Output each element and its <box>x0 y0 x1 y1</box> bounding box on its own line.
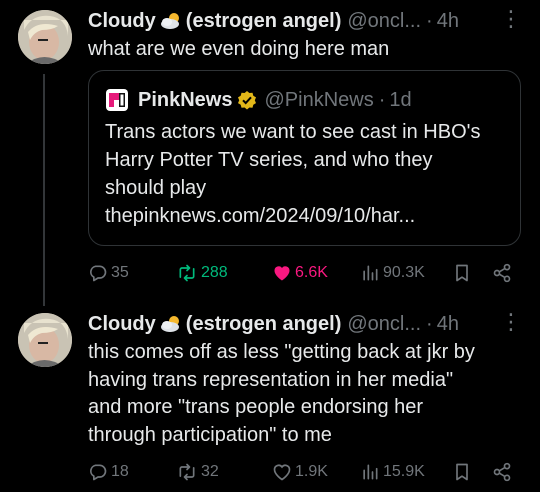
quote-link[interactable]: thepinknews.com/2024/09/10/har... <box>105 202 505 230</box>
avatar[interactable] <box>18 313 72 367</box>
repost-icon <box>179 264 195 282</box>
tweet-text: this comes off as less "getting back at … <box>88 339 528 449</box>
thread-connector <box>43 74 45 306</box>
reply-button[interactable]: 18 <box>88 460 129 484</box>
repost-icon <box>179 463 195 481</box>
repost-count: 32 <box>201 463 219 480</box>
quote-user-handle[interactable]: @PinkNews <box>264 89 373 112</box>
views-button[interactable]: 15.9K <box>360 460 425 484</box>
separator-dot: · <box>426 312 433 335</box>
bookmark-button[interactable] <box>452 460 475 484</box>
repost-button[interactable]: 288 <box>176 261 228 285</box>
more-icon[interactable]: ⋮ <box>500 311 522 333</box>
reply-icon <box>90 464 107 481</box>
quote-timestamp[interactable]: 1d <box>389 89 411 112</box>
tweet-text-line: having trans representation in her media… <box>88 368 454 391</box>
like-icon <box>274 266 290 281</box>
quote-text-line: Harry Potter TV series, and who they <box>105 149 433 171</box>
cloud-sun-icon <box>160 12 182 30</box>
timestamp[interactable]: 4h <box>437 10 459 33</box>
share-icon <box>493 263 511 283</box>
like-button[interactable]: 1.9K <box>272 460 328 484</box>
like-count: 6.6K <box>295 264 328 281</box>
quoted-tweet[interactable]: PinkNews @PinkNews · 1d Trans actors we … <box>88 70 521 246</box>
display-name[interactable]: Cloudy <box>88 313 156 336</box>
separator-dot: · <box>378 88 386 111</box>
cloud-sun-icon <box>160 315 182 333</box>
avatar[interactable] <box>18 10 72 64</box>
view-count: 15.9K <box>383 463 425 480</box>
share-icon <box>493 462 511 482</box>
user-handle[interactable]: @oncl... <box>347 10 421 33</box>
bookmark-icon <box>456 264 468 282</box>
views-button[interactable]: 90.3K <box>360 261 425 285</box>
share-button[interactable] <box>492 261 515 285</box>
tweet-text-line: through participation" to me <box>88 423 332 446</box>
view-count: 90.3K <box>383 264 425 281</box>
more-icon[interactable]: ⋮ <box>500 8 522 30</box>
repost-count: 288 <box>201 264 228 281</box>
share-button[interactable] <box>492 460 515 484</box>
tweet-text-line: this comes off as less "getting back at … <box>88 341 475 363</box>
reply-count: 18 <box>111 463 129 480</box>
like-button[interactable]: 6.6K <box>272 261 328 285</box>
tweet-header: Cloudy (estrogen angel) @oncl... · 4h ⋮ <box>88 311 528 336</box>
like-count: 1.9K <box>295 463 328 480</box>
views-icon <box>363 464 378 480</box>
quote-text: Trans actors we want to see cast in HBO'… <box>105 118 505 230</box>
display-name[interactable]: Cloudy <box>88 10 156 33</box>
like-icon <box>273 464 291 481</box>
tweet-actions: 18 32 1.9K 15.9K <box>88 460 528 484</box>
tweet-header: Cloudy (estrogen angel) @oncl... · 4h ⋮ <box>88 8 528 33</box>
pinknews-logo <box>106 89 128 111</box>
quote-text-line: should play <box>105 177 207 199</box>
reply-button[interactable]: 35 <box>88 261 129 285</box>
bookmark-button[interactable] <box>452 261 475 285</box>
display-name-suffix[interactable]: (estrogen angel) <box>186 313 342 336</box>
reply-icon <box>90 265 107 282</box>
views-icon <box>363 265 378 281</box>
tweet-text-line: and more "trans people endorsing her <box>88 396 424 418</box>
reply-count: 35 <box>111 264 129 281</box>
verified-badge-icon <box>237 90 257 110</box>
timestamp[interactable]: 4h <box>437 313 459 336</box>
user-handle[interactable]: @oncl... <box>347 313 421 336</box>
repost-button[interactable]: 32 <box>176 460 219 484</box>
tweet-text: what are we even doing here man <box>88 38 390 60</box>
quote-text-line: Trans actors we want to see cast in HBO'… <box>105 121 481 143</box>
bookmark-icon <box>456 463 468 481</box>
tweet-actions: 35 288 6.6K 90.3K <box>88 261 528 285</box>
display-name-suffix[interactable]: (estrogen angel) <box>186 10 342 33</box>
quote-display-name[interactable]: PinkNews <box>138 89 232 112</box>
quote-header: PinkNews @PinkNews · 1d <box>106 89 412 111</box>
separator-dot: · <box>426 9 433 32</box>
